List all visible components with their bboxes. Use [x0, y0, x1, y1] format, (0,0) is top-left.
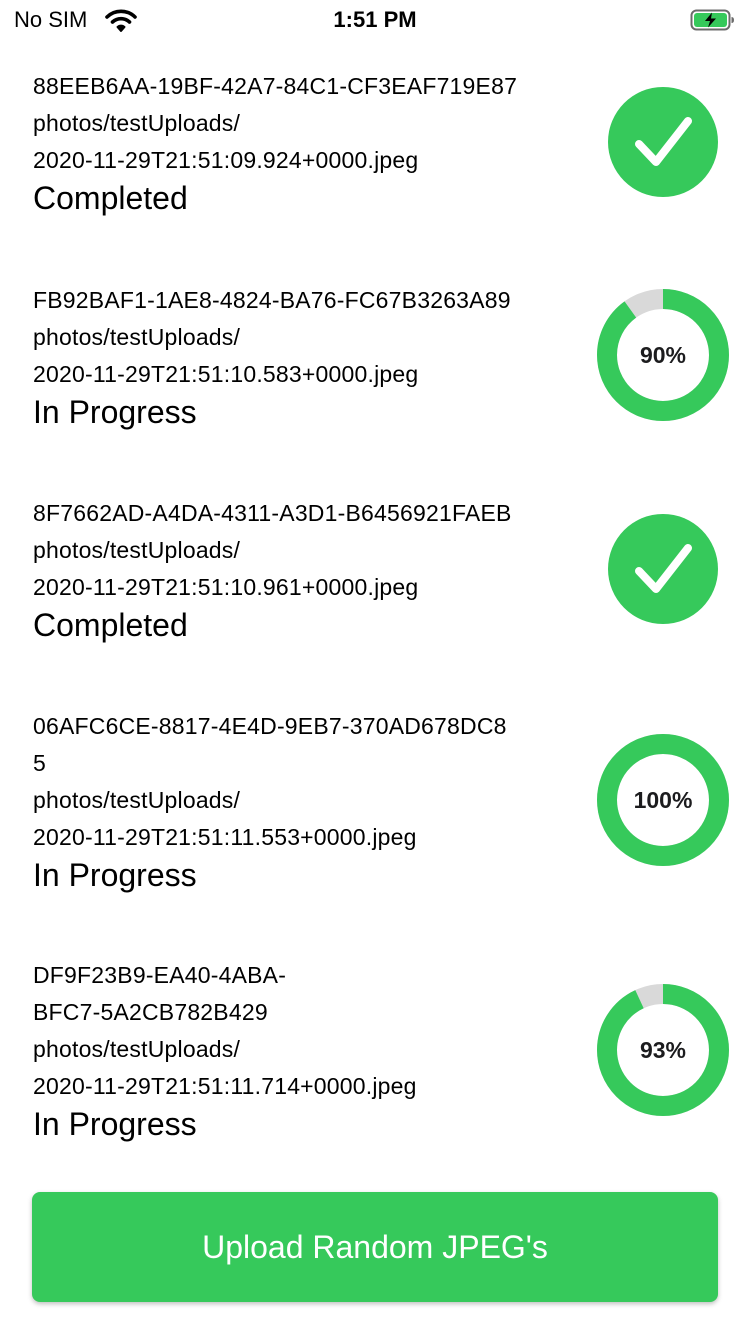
upload-folder: photos/testUploads/ [33, 537, 241, 563]
upload-filename: 2020-11-29T21:51:11.553+0000.jpeg [33, 824, 417, 850]
progress-ring: 100% [597, 734, 729, 866]
check-icon [597, 76, 729, 208]
upload-id: DF9F23B9-EA40-4ABA- [33, 962, 287, 988]
status-bar: No SIM 1:51 PM [0, 0, 750, 40]
upload-id: FB92BAF1-1AE8-4824-BA76-FC67B3263A89 [33, 287, 511, 313]
upload-id: 06AFC6CE-8817-4E4D-9EB7-370AD678DC8 [33, 713, 507, 739]
battery-charging-icon [690, 8, 736, 32]
upload-folder: photos/testUploads/ [33, 1036, 241, 1062]
upload-folder: photos/testUploads/ [33, 324, 241, 350]
upload-status: In Progress [33, 1106, 197, 1142]
upload-status: Completed [33, 607, 188, 643]
progress-label: 90% [639, 342, 687, 368]
progress-ring: 93% [597, 984, 729, 1116]
upload-folder: photos/testUploads/ [33, 110, 241, 136]
upload-random-jpegs-button[interactable]: Upload Random JPEG's [32, 1192, 718, 1302]
upload-filename: 2020-11-29T21:51:11.714+0000.jpeg [33, 1073, 417, 1099]
upload-id: 88EEB6AA-19BF-42A7-84C1-CF3EAF719E87 [33, 73, 518, 99]
upload-status: Completed [33, 180, 188, 216]
upload-filename: 2020-11-29T21:51:09.924+0000.jpeg [33, 147, 419, 173]
upload-id-continued: 5 [33, 750, 46, 776]
upload-status: In Progress [33, 394, 197, 430]
status-time: 1:51 PM [333, 7, 417, 32]
upload-id: 8F7662AD-A4DA-4311-A3D1-B6456921FAEB [33, 500, 512, 526]
progress-label: 100% [633, 787, 693, 813]
upload-id-continued: BFC7-5A2CB782B429 [33, 999, 268, 1025]
check-icon [597, 503, 729, 635]
progress-ring: 90% [597, 289, 729, 421]
upload-filename: 2020-11-29T21:51:10.961+0000.jpeg [33, 574, 419, 600]
upload-filename: 2020-11-29T21:51:10.583+0000.jpeg [33, 361, 419, 387]
progress-label: 93% [639, 1037, 687, 1063]
upload-status: In Progress [33, 857, 197, 893]
upload-folder: photos/testUploads/ [33, 787, 241, 813]
